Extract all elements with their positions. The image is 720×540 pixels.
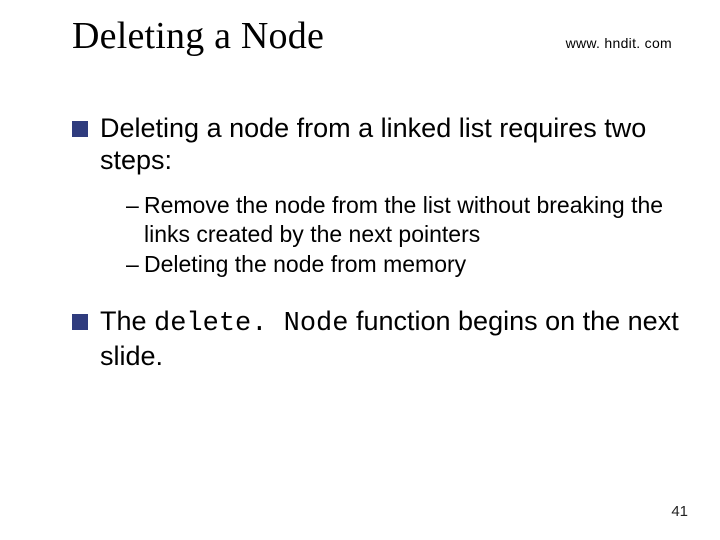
sub-bullet-1: Remove the node from the list without br… <box>126 191 680 249</box>
bullet-1-text: Deleting a node from a linked list requi… <box>100 113 646 175</box>
code-text: delete. Node <box>154 309 348 339</box>
sub-bullet-2: Deleting the node from memory <box>126 250 680 279</box>
slide-title: Deleting a Node <box>72 14 324 58</box>
square-bullet-icon <box>72 121 88 137</box>
slide: Deleting a Node www. hndit. com Deleting… <box>0 0 720 540</box>
slide-header: Deleting a Node www. hndit. com <box>72 14 680 58</box>
bullet-2-pre: The <box>100 306 154 336</box>
bullet-point-1: Deleting a node from a linked list requi… <box>72 112 680 177</box>
sub-bullet-group: Remove the node from the list without br… <box>126 191 680 279</box>
page-number: 41 <box>671 503 688 520</box>
bullet-point-2: The delete. Node function begins on the … <box>72 305 680 373</box>
slide-body: Deleting a node from a linked list requi… <box>72 112 680 373</box>
site-url: www. hndit. com <box>566 35 672 51</box>
square-bullet-icon <box>72 314 88 330</box>
